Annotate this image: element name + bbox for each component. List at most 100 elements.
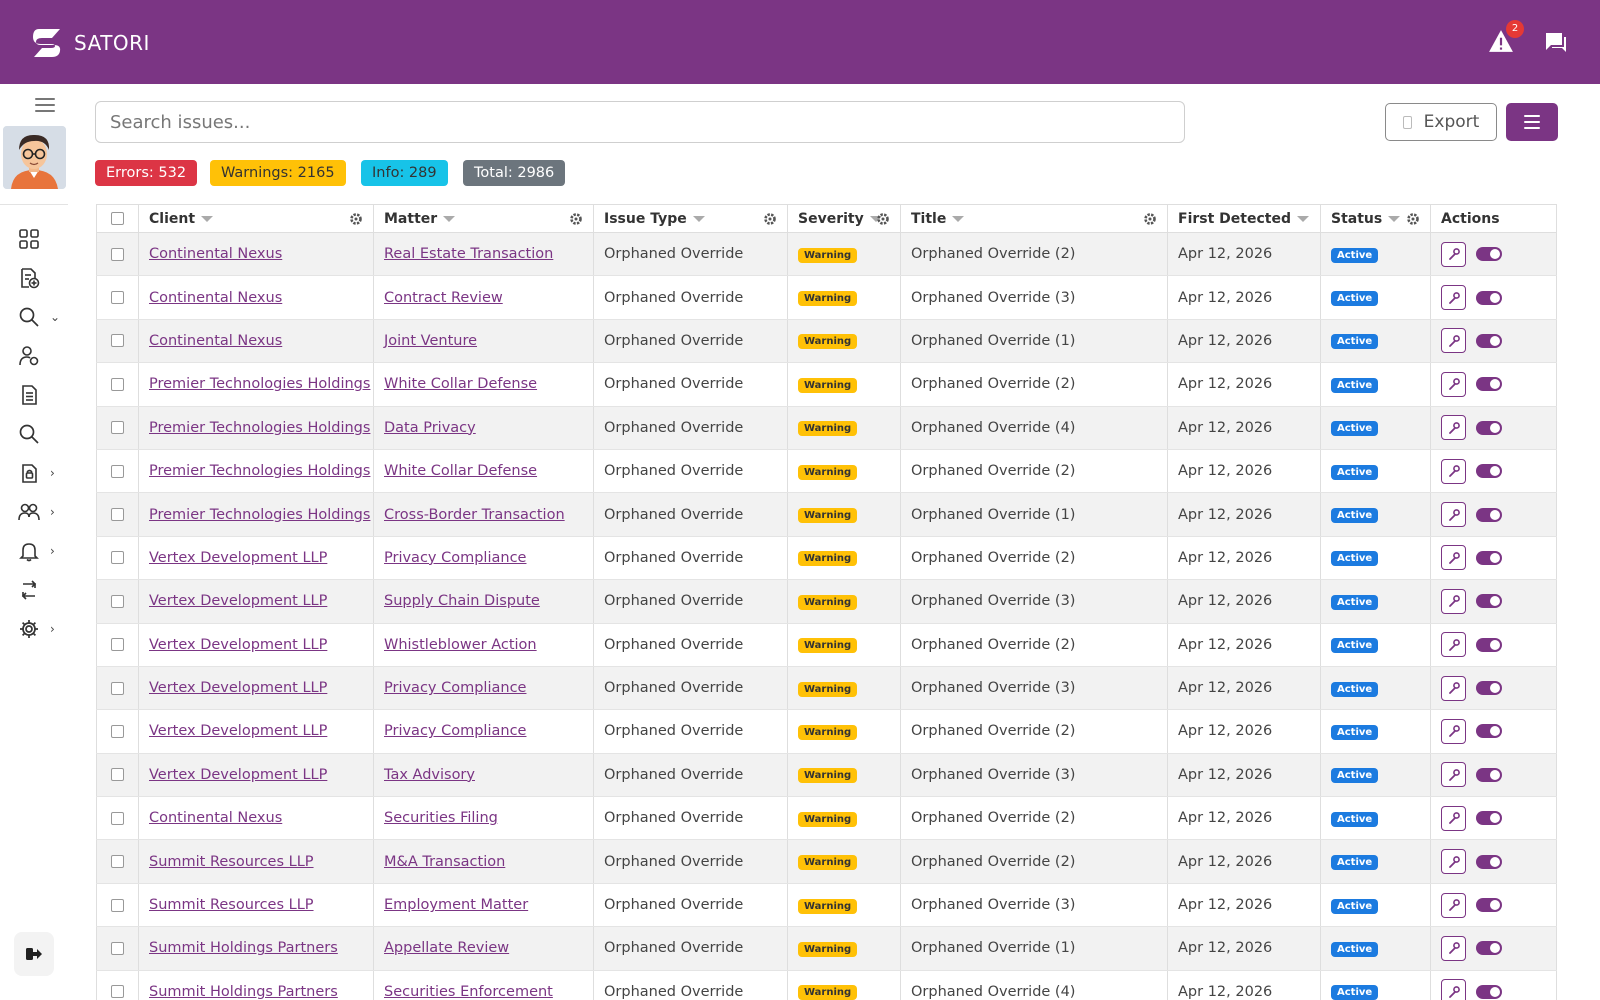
row-checkbox[interactable] [111,638,124,652]
client-link[interactable]: Premier Technologies Holdings [149,376,370,392]
export-button[interactable]: Export [1385,103,1497,141]
table-row[interactable]: Continental Nexus Securities Filing Orphan… [96,796,1557,841]
active-toggle-switch[interactable] [1476,550,1502,565]
total-badge[interactable]: Total: 2986 [463,160,566,186]
matter-link[interactable]: Whistleblower Action [384,637,537,653]
menu-button[interactable] [1506,103,1558,141]
client-link[interactable]: Summit Holdings Partners [149,984,338,1000]
matter-link[interactable]: Privacy Compliance [384,680,526,696]
active-toggle-switch[interactable] [1476,854,1502,869]
sidebar-item-documents[interactable] [18,382,68,408]
client-link[interactable]: Summit Holdings Partners [149,940,338,956]
table-row[interactable]: Vertex Development LLP Supply Chain Dispu… [96,579,1557,624]
edit-button[interactable] [1441,892,1466,918]
row-checkbox[interactable] [111,377,124,391]
warnings-badge[interactable]: Warnings: 2165 [210,160,346,186]
table-row[interactable]: Vertex Development LLP Whistleblower Acti… [96,623,1557,667]
avatar[interactable] [3,126,66,189]
row-checkbox[interactable] [111,985,124,999]
sidebar-item-secure-files[interactable]: › [18,460,68,486]
edit-button[interactable] [1441,718,1466,744]
matter-link[interactable]: Supply Chain Dispute [384,593,540,609]
table-row[interactable]: Vertex Development LLP Privacy Compliance… [96,709,1557,754]
active-toggle-switch[interactable] [1476,464,1502,479]
row-checkbox[interactable] [111,681,124,695]
sidebar-item-sync[interactable] [18,577,68,603]
active-toggle-switch[interactable] [1476,767,1502,782]
gear-icon[interactable] [763,212,777,226]
matter-link[interactable]: Data Privacy [384,420,476,436]
edit-button[interactable] [1441,632,1466,658]
client-link[interactable]: Premier Technologies Holdings [149,507,370,523]
client-link[interactable]: Premier Technologies Holdings [149,463,370,479]
client-link[interactable]: Vertex Development LLP [149,550,327,566]
client-link[interactable]: Continental Nexus [149,810,282,826]
row-checkbox[interactable] [111,594,124,608]
edit-button[interactable] [1441,285,1466,311]
table-row[interactable]: Vertex Development LLP Privacy Compliance… [96,666,1557,711]
active-toggle-switch[interactable] [1476,811,1502,826]
gear-icon[interactable] [1406,212,1420,226]
table-row[interactable]: Summit Resources LLP Employment Matter Orp… [96,883,1557,928]
table-row[interactable]: Continental Nexus Contract Review Orphaned… [96,275,1557,320]
edit-button[interactable] [1441,502,1466,528]
edit-button[interactable] [1441,805,1466,831]
matter-link[interactable]: Privacy Compliance [384,723,526,739]
search-input[interactable] [95,101,1185,143]
edit-button[interactable] [1441,849,1466,875]
column-header-severity[interactable]: Severity [787,204,901,233]
edit-button[interactable] [1441,371,1466,397]
matter-link[interactable]: Tax Advisory [384,767,475,783]
row-checkbox[interactable] [111,421,124,435]
column-header-matter[interactable]: Matter [373,204,594,233]
active-toggle-switch[interactable] [1476,507,1502,522]
sort-caret-icon[interactable] [443,215,456,222]
matter-link[interactable]: Real Estate Transaction [384,246,553,262]
matter-link[interactable]: Cross-Border Transaction [384,507,565,523]
table-row[interactable]: Continental Nexus Real Estate Transaction… [96,232,1557,277]
client-link[interactable]: Vertex Development LLP [149,593,327,609]
table-row[interactable]: Premier Technologies Holdings Cross-Borde… [96,492,1557,537]
table-row[interactable]: Premier Technologies Holdings White Colla… [96,449,1557,494]
client-link[interactable]: Continental Nexus [149,246,282,262]
active-toggle-switch[interactable] [1476,637,1502,652]
matter-link[interactable]: Joint Venture [384,333,477,349]
row-checkbox[interactable] [111,898,124,912]
table-row[interactable]: Vertex Development LLP Tax Advisory Orphan… [96,753,1557,798]
edit-button[interactable] [1441,588,1466,614]
select-all-checkbox[interactable] [111,212,124,225]
active-toggle-switch[interactable] [1476,247,1502,262]
sidebar-item-settings[interactable]: › [18,616,68,642]
client-link[interactable]: Vertex Development LLP [149,723,327,739]
sort-caret-icon[interactable] [1388,215,1401,222]
edit-button[interactable] [1441,762,1466,788]
client-link[interactable]: Continental Nexus [149,290,282,306]
row-checkbox[interactable] [111,941,124,955]
row-checkbox[interactable] [111,334,124,348]
client-link[interactable]: Summit Resources LLP [149,854,314,870]
brand[interactable]: SATORI [30,26,150,60]
sidebar-item-dashboard[interactable] [18,226,68,252]
column-header-title[interactable]: Title [900,204,1168,233]
table-row[interactable]: Continental Nexus Joint Venture Orphaned O… [96,319,1557,364]
client-link[interactable]: Continental Nexus [149,333,282,349]
sidebar-item-new-document[interactable] [18,265,68,291]
edit-button[interactable] [1441,935,1466,961]
errors-badge[interactable]: Errors: 532 [95,160,198,186]
sort-caret-icon[interactable] [692,215,705,222]
row-checkbox[interactable] [111,724,124,738]
info-badge[interactable]: Info: 289 [361,160,448,186]
gear-icon[interactable] [876,212,890,226]
sidebar-item-notifications[interactable]: › [18,538,68,564]
gear-icon[interactable] [1143,212,1157,226]
client-link[interactable]: Premier Technologies Holdings [149,420,370,436]
row-checkbox[interactable] [111,551,124,565]
active-toggle-switch[interactable] [1476,377,1502,392]
matter-link[interactable]: Securities Filing [384,810,498,826]
row-checkbox[interactable] [111,508,124,522]
column-header-status[interactable]: Status [1320,204,1431,233]
sort-caret-icon[interactable] [952,215,965,222]
edit-button[interactable] [1441,415,1466,441]
row-checkbox[interactable] [111,464,124,478]
matter-link[interactable]: Appellate Review [384,940,509,956]
